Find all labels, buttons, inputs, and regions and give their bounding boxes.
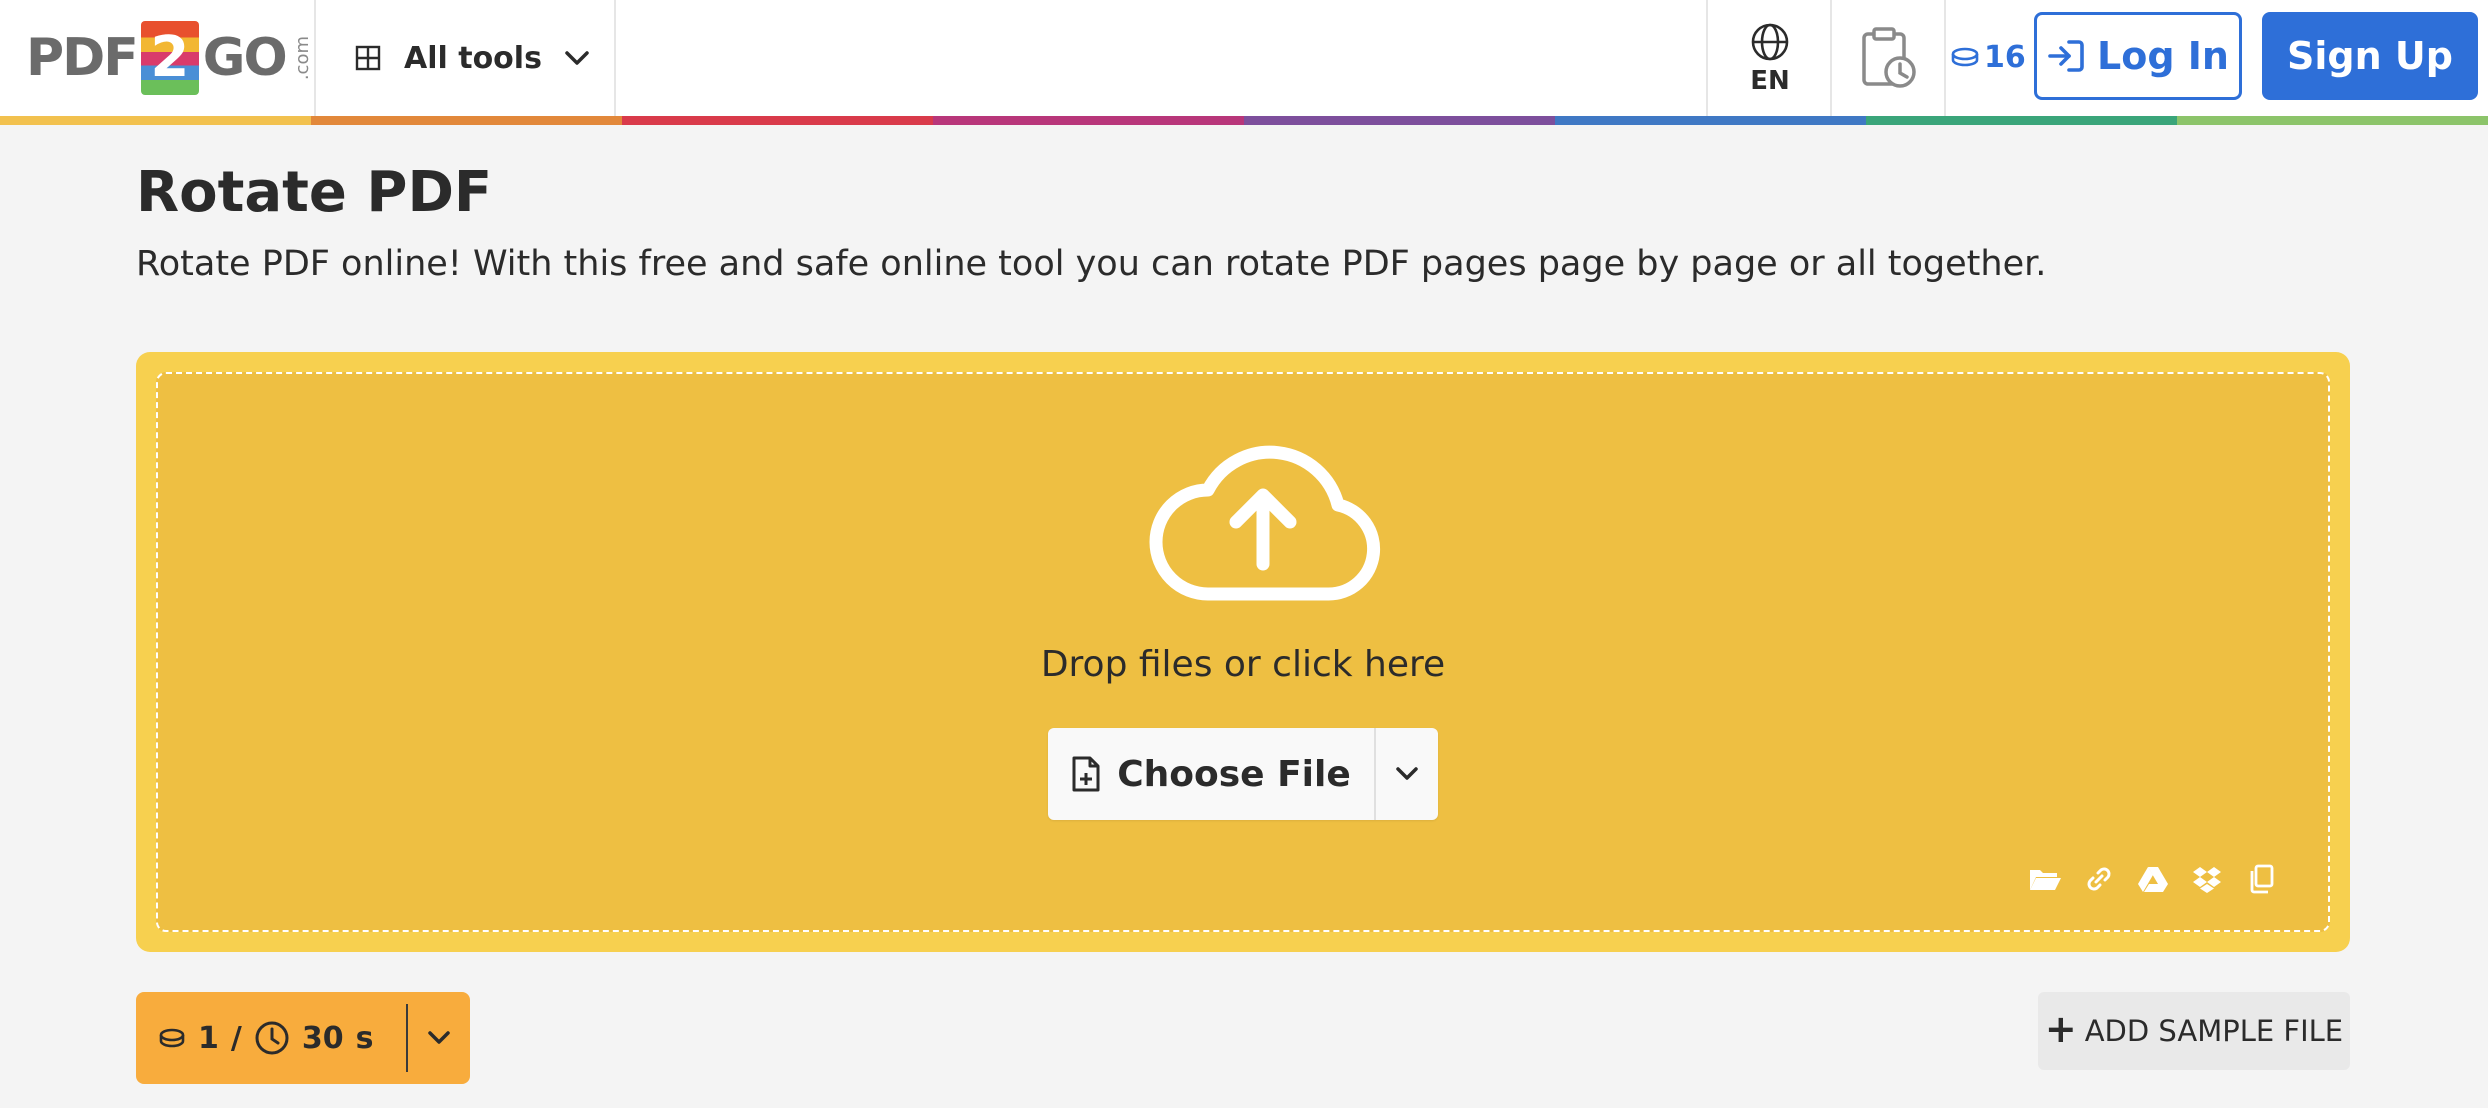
conversion-cost-box: 1 / 30 s	[136, 992, 470, 1084]
logo-suffix: .com	[291, 35, 313, 81]
cost-separator: /	[230, 1020, 242, 1056]
dropzone-prompt: Drop files or click here	[1040, 644, 1446, 685]
header-divider	[314, 0, 316, 116]
page-description: Rotate PDF online! With this free and sa…	[136, 244, 2047, 284]
logo-badge: 2	[140, 21, 199, 95]
rainbow-segment	[2177, 116, 2488, 125]
signup-label: Sign Up	[2287, 34, 2453, 78]
credits-counter[interactable]: 16	[1950, 34, 2026, 80]
cloud-upload-icon	[1149, 445, 1381, 601]
header-divider	[1706, 0, 1708, 116]
add-sample-file-button[interactable]: + ADD SAMPLE FILE	[2038, 992, 2350, 1070]
chevron-down-icon	[1396, 767, 1418, 780]
login-label: Log In	[2097, 34, 2229, 78]
grid-icon	[355, 45, 381, 71]
choose-file-label: Choose File	[1117, 753, 1351, 795]
rainbow-segment	[0, 116, 311, 125]
login-button[interactable]: Log In	[2034, 12, 2242, 100]
rainbow-segment	[1555, 116, 1866, 125]
chevron-down-icon	[565, 51, 589, 65]
rainbow-segment	[1244, 116, 1555, 125]
globe-icon	[1751, 23, 1789, 61]
chevron-down-icon	[428, 1031, 450, 1044]
dropbox-icon[interactable]	[2190, 862, 2224, 896]
logo-text-right: GO	[202, 28, 288, 88]
language-selector[interactable]: EN	[1710, 14, 1830, 104]
file-plus-icon	[1072, 756, 1100, 792]
dropzone-area[interactable]: Drop files or click here Choose File	[156, 372, 2330, 932]
coin-icon	[1951, 47, 1979, 67]
header-divider	[1944, 0, 1946, 116]
page-title: Rotate PDF	[136, 160, 493, 225]
link-icon[interactable]	[2082, 862, 2116, 896]
upload-sources	[2028, 862, 2278, 896]
header-divider	[1830, 0, 1832, 116]
choose-file-control: Choose File	[1048, 728, 1438, 820]
coin-icon	[159, 1028, 185, 1048]
choose-file-dropdown[interactable]	[1376, 728, 1438, 820]
top-header: PDF 2 GO .com All tools EN 16 Log In Sig…	[0, 0, 2488, 116]
rainbow-segment	[933, 116, 1244, 125]
rainbow-segment	[311, 116, 622, 125]
logo-text-left: PDF	[26, 28, 139, 88]
header-divider	[614, 0, 616, 116]
all-tools-menu[interactable]: All tools	[354, 30, 590, 86]
pdf2go-logo[interactable]: PDF 2 GO .com	[26, 18, 313, 98]
history-button[interactable]	[1850, 20, 1926, 96]
google-drive-icon[interactable]	[2136, 862, 2170, 896]
upload-dropzone: Drop files or click here Choose File	[136, 352, 2350, 952]
sign-in-icon	[2048, 40, 2084, 72]
cost-dropdown-button[interactable]	[408, 992, 470, 1084]
cost-info: 1 / 30 s	[136, 992, 406, 1084]
signup-button[interactable]: Sign Up	[2262, 12, 2478, 100]
clipboard-icon[interactable]	[2244, 862, 2278, 896]
clipboard-clock-icon	[1862, 27, 1916, 88]
rainbow-segment	[622, 116, 933, 125]
choose-file-button[interactable]: Choose File	[1048, 728, 1376, 820]
cost-time: 30	[301, 1020, 344, 1056]
cost-time-unit: s	[355, 1020, 374, 1056]
cost-credits: 1	[198, 1020, 219, 1056]
all-tools-label: All tools	[404, 40, 542, 76]
add-sample-file-label: ADD SAMPLE FILE	[2084, 1014, 2344, 1048]
plus-icon: +	[2044, 1007, 2077, 1051]
credits-count: 16	[1984, 39, 2026, 75]
clock-icon	[255, 1021, 289, 1055]
folder-icon[interactable]	[2028, 862, 2062, 896]
language-code: EN	[1750, 66, 1790, 96]
rainbow-segment	[1866, 116, 2177, 125]
rainbow-bar	[0, 116, 2488, 125]
